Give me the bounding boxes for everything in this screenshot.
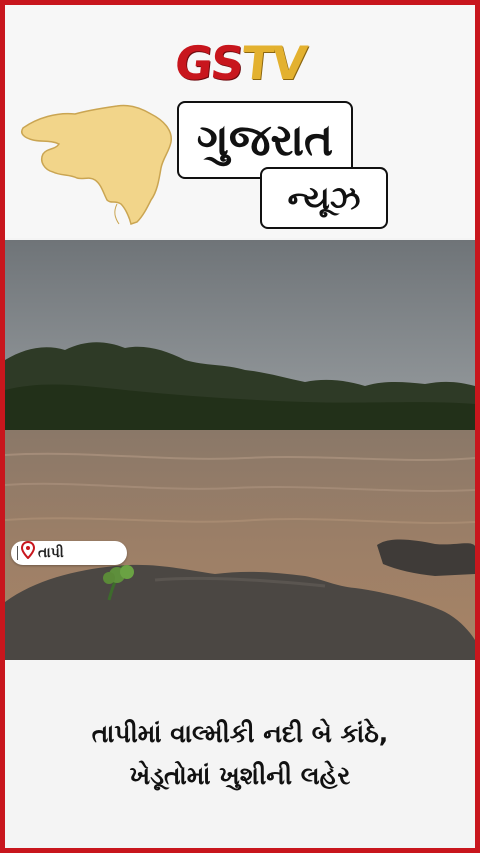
news-photo: તાપી — [5, 240, 475, 660]
gujarat-map-icon — [21, 104, 172, 225]
caption-line-2: ખેડૂતોમાં ખુશીની લહેર — [129, 761, 351, 790]
gstv-logo: GS TV — [155, 35, 325, 91]
subtitle-box: ન્યૂઝ — [260, 167, 388, 229]
story-card: GS TV ગુજરાત ન્યૂઝ તાપી તાપીમાં વાલ્મીકી… — [5, 5, 475, 848]
header: GS TV ગુજરાત ન્યૂઝ — [5, 5, 475, 238]
caption: તાપીમાં વાલ્મીકી નદી બે કાંઠે, ખેડૂતોમાં… — [5, 662, 475, 848]
logo-tv-text: TV — [239, 36, 308, 90]
caption-line-1: તાપીમાં વાલ્મીકી નદી બે કાંઠે, — [91, 719, 389, 748]
subtitle-text: ન્યૂઝ — [287, 178, 361, 217]
location-label: તાપી — [38, 545, 64, 561]
title-text: ગુજરાત — [196, 114, 334, 166]
logo-gs-text: GS — [172, 36, 245, 90]
location-tag: તાપી — [11, 541, 127, 565]
river-scene — [5, 240, 475, 660]
map-pin-icon — [21, 541, 35, 559]
location-separator — [17, 546, 18, 560]
